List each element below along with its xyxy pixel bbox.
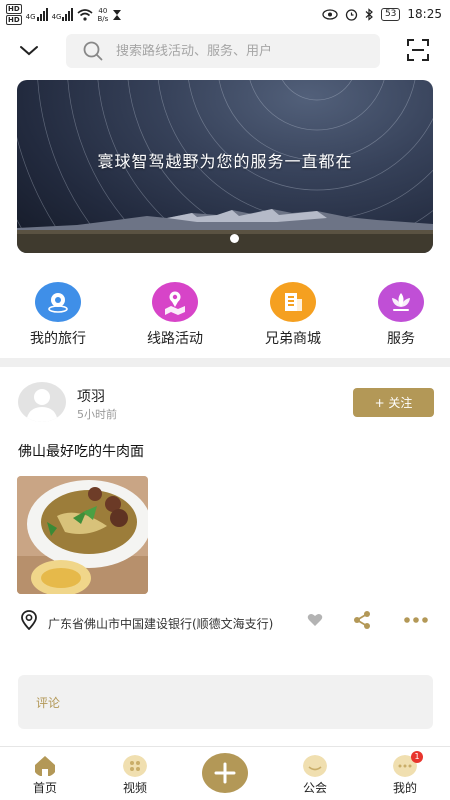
hourglass-icon xyxy=(113,9,122,20)
quick-link-services[interactable]: 服务 xyxy=(351,282,450,348)
plus-icon xyxy=(214,762,236,784)
post-username[interactable]: 项羽 xyxy=(77,386,105,406)
lotus-icon xyxy=(378,282,424,322)
video-icon xyxy=(123,755,147,777)
create-post-button[interactable] xyxy=(202,753,248,793)
banner-slogan: 寰球智驾越野为您的服务一直都在 xyxy=(97,152,353,171)
bluetooth-icon xyxy=(365,7,373,21)
tab-club[interactable]: 公会 xyxy=(285,755,345,796)
quick-link-label: 服务 xyxy=(387,331,415,347)
wifi-icon xyxy=(77,9,93,21)
shop-building-icon xyxy=(270,282,316,322)
user-silhouette-icon xyxy=(26,389,58,422)
search-icon xyxy=(83,41,103,61)
status-bar: HD HD 4G 4G 40 B/s 53 18:25 xyxy=(0,0,450,30)
tab-label: 公会 xyxy=(302,781,327,795)
hd-indicator: HD HD xyxy=(6,4,22,25)
signal-icon-2: 4G xyxy=(52,8,74,21)
comment-input[interactable]: 评论 xyxy=(18,675,433,729)
search-bar[interactable] xyxy=(66,34,380,68)
quick-link-route-activities[interactable]: 线路活动 xyxy=(125,282,225,348)
more-icon[interactable] xyxy=(404,616,428,624)
bottom-tab-bar: 首页 视频 公会 1 我的 xyxy=(0,746,450,800)
post-title[interactable]: 佛山最好吃的牛肉面 xyxy=(18,441,144,461)
club-icon xyxy=(303,755,327,777)
post-timestamp: 5小时前 xyxy=(77,408,117,421)
search-input[interactable] xyxy=(116,43,356,59)
alarm-icon xyxy=(345,8,358,21)
tab-mine[interactable]: 1 我的 xyxy=(375,751,435,796)
quick-link-label: 兄弟商城 xyxy=(265,331,321,347)
quick-link-brothers-mall[interactable]: 兄弟商城 xyxy=(243,282,343,348)
tab-label: 首页 xyxy=(32,781,57,795)
scan-icon[interactable] xyxy=(406,38,430,62)
chevron-down-icon[interactable] xyxy=(18,42,40,58)
quick-link-label: 我的旅行 xyxy=(30,331,86,347)
status-bar-left: HD HD 4G 4G 40 B/s xyxy=(6,4,122,25)
avatar[interactable] xyxy=(18,382,66,422)
clock: 18:25 xyxy=(407,7,442,21)
tab-home[interactable]: 首页 xyxy=(15,755,75,796)
quick-link-my-trips[interactable]: 我的旅行 xyxy=(8,282,108,348)
eye-icon xyxy=(322,8,338,20)
post-location[interactable]: 广东省佛山市中国建设银行(顺德文海支行) xyxy=(18,612,288,636)
tab-label: 我的 xyxy=(392,781,417,795)
status-bar-right: 53 18:25 xyxy=(322,7,442,21)
map-route-icon xyxy=(152,282,198,322)
notification-badge: 1 xyxy=(411,751,423,763)
heart-icon[interactable] xyxy=(307,613,323,627)
search-header xyxy=(0,30,450,74)
section-divider xyxy=(0,358,450,367)
banner-carousel[interactable]: 寰球智驾越野为您的服务一直都在 xyxy=(17,80,433,253)
quick-link-label: 线路活动 xyxy=(147,331,203,347)
carousel-indicator-dot[interactable] xyxy=(230,234,239,243)
share-icon[interactable] xyxy=(352,610,372,630)
follow-button[interactable]: + 关注 xyxy=(353,388,434,417)
quick-links: 我的旅行 线路活动 兄弟商城 服务 xyxy=(0,282,450,354)
tab-video[interactable]: 视频 xyxy=(105,755,165,796)
signal-icon: 4G xyxy=(26,8,48,21)
tab-label: 视频 xyxy=(122,781,147,795)
battery-indicator: 53 xyxy=(380,7,401,21)
net-speed: 40 B/s xyxy=(97,6,109,23)
post-image[interactable] xyxy=(17,476,148,594)
home-icon xyxy=(35,756,55,776)
map-pin-icon xyxy=(35,282,81,322)
